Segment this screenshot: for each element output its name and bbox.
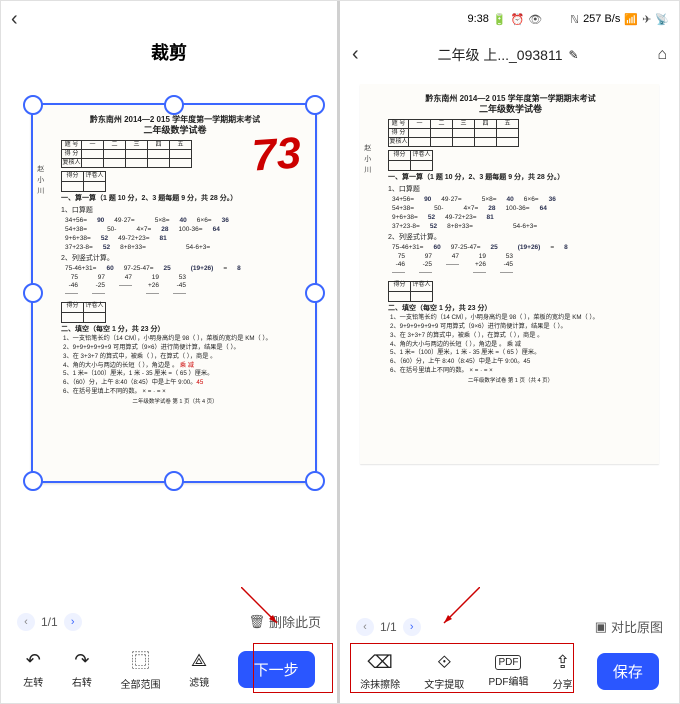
side-label: 赵小川 [362,144,371,177]
save-button[interactable]: 保存 [597,653,659,690]
rotate-right-button[interactable]: ↷右转 [72,650,92,689]
page-title: 裁剪 [1,37,337,73]
compare-label: 对比原图 [611,617,663,636]
exam-header: 黔东南州 2014—2 015 学年度第一学期期末考试 [41,115,309,125]
ocr-button[interactable]: ⟐文字提取 [424,652,464,691]
sub2: 2、列竖式计算。 [61,255,309,264]
select-all-icon: ⿴ [131,647,149,673]
nfc-icon: ℕ [570,13,579,26]
sub2: 2、列竖式计算。 [388,234,653,243]
compare-icon: ▣ [595,619,607,635]
back-button[interactable]: ‹ [11,8,18,31]
home-button[interactable]: ⌂ [657,46,667,64]
crop-handle-ml[interactable] [23,283,43,303]
share-button[interactable]: ⇪分享 [553,652,573,691]
crop-handle-tm[interactable] [164,95,184,115]
crop-handle-mr[interactable] [305,283,325,303]
status-time: 9:38 [467,13,488,25]
filter-button[interactable]: ⟁滤镜 [189,650,209,689]
exam-header: 黔东南州 2014—2 015 学年度第一学期期末考试 [368,94,653,104]
signal-icon: 📡 [655,13,669,26]
result-page[interactable]: 赵小川 黔东南州 2014—2 015 学年度第一学期期末考试 二年级数学试卷 … [360,84,659,464]
sub1: 1、口算题 [61,207,309,216]
battery-icon: 🔋 [493,13,507,26]
pager-next[interactable]: › [64,613,82,631]
crop-handle-bl[interactable] [23,471,43,491]
next-step-button[interactable]: 下一步 [238,651,315,688]
score-grid: 题 号一二三四五 得 分 复核人 [388,119,519,147]
page-footer: 二年级数学试卷 第 1 页（共 4 页） [368,378,653,385]
arrow-annotation [241,587,281,627]
erase-button[interactable]: ⌫涂抹擦除 [360,652,400,691]
section-2: 二、填空（每空 1 分，共 23 分） [61,326,309,335]
share-icon: ⇪ [555,652,570,673]
ocr-icon: ⟐ [437,652,451,673]
pager-prev[interactable]: ‹ [356,618,374,636]
handwritten-score: 73 [250,125,303,183]
section-2: 二、填空（每空 1 分，共 23 分） [388,305,653,314]
eye-icon: 👁 [528,13,542,26]
rotate-right-icon: ↷ [74,650,89,671]
crop-handle-br[interactable] [305,471,325,491]
select-all-button[interactable]: ⿴全部范围 [120,647,160,691]
pager-label: 1/1 [41,615,58,629]
score-grid: 题 号一二三四五 得 分 复核人 [61,140,192,168]
page-footer: 二年级数学试卷 第 1 页（共 4 页） [41,399,309,406]
airplane-icon: ✈ [642,13,651,26]
pdf-edit-button[interactable]: PDFPDF编辑 [488,655,528,688]
rotate-left-icon: ↶ [26,650,41,671]
pager-label: 1/1 [380,620,397,634]
sub1: 1、口算题 [388,186,653,195]
filter-icon: ⟁ [191,650,207,671]
doc-title: 二年级 上..._093811 [437,45,562,65]
rename-icon[interactable]: ✎ [568,48,578,62]
pager-prev[interactable]: ‹ [17,613,35,631]
arrow-annotation [440,587,480,627]
compare-button[interactable]: ▣ 对比原图 [595,617,663,636]
pdf-icon: PDF [495,655,521,670]
back-button[interactable]: ‹ [352,43,359,66]
crop-page[interactable]: 73 赵小川 黔东南州 2014—2 015 学年度第一学期期末考试 二年级数学… [31,103,317,483]
side-label: 赵小川 [35,165,44,198]
crop-handle-tr[interactable] [305,95,325,115]
pager-next[interactable]: › [403,618,421,636]
crop-handle-bm[interactable] [164,471,184,491]
rotate-left-button[interactable]: ↶左转 [23,650,43,689]
wifi-icon: 📶 [624,13,638,26]
exam-subtitle: 二年级数学试卷 [368,104,653,115]
erase-icon: ⌫ [367,652,392,673]
section-1: 一、算一算（1 题 10 分，2、3 题每题 9 分，共 28 分。） [388,174,653,183]
net-speed: 257 B/s [583,13,620,25]
crop-handle-tl[interactable] [23,95,43,115]
clock-icon: ⏰ [511,13,525,26]
section-1: 一、算一算（1 题 10 分，2、3 题每题 9 分，共 28 分。） [61,195,309,204]
